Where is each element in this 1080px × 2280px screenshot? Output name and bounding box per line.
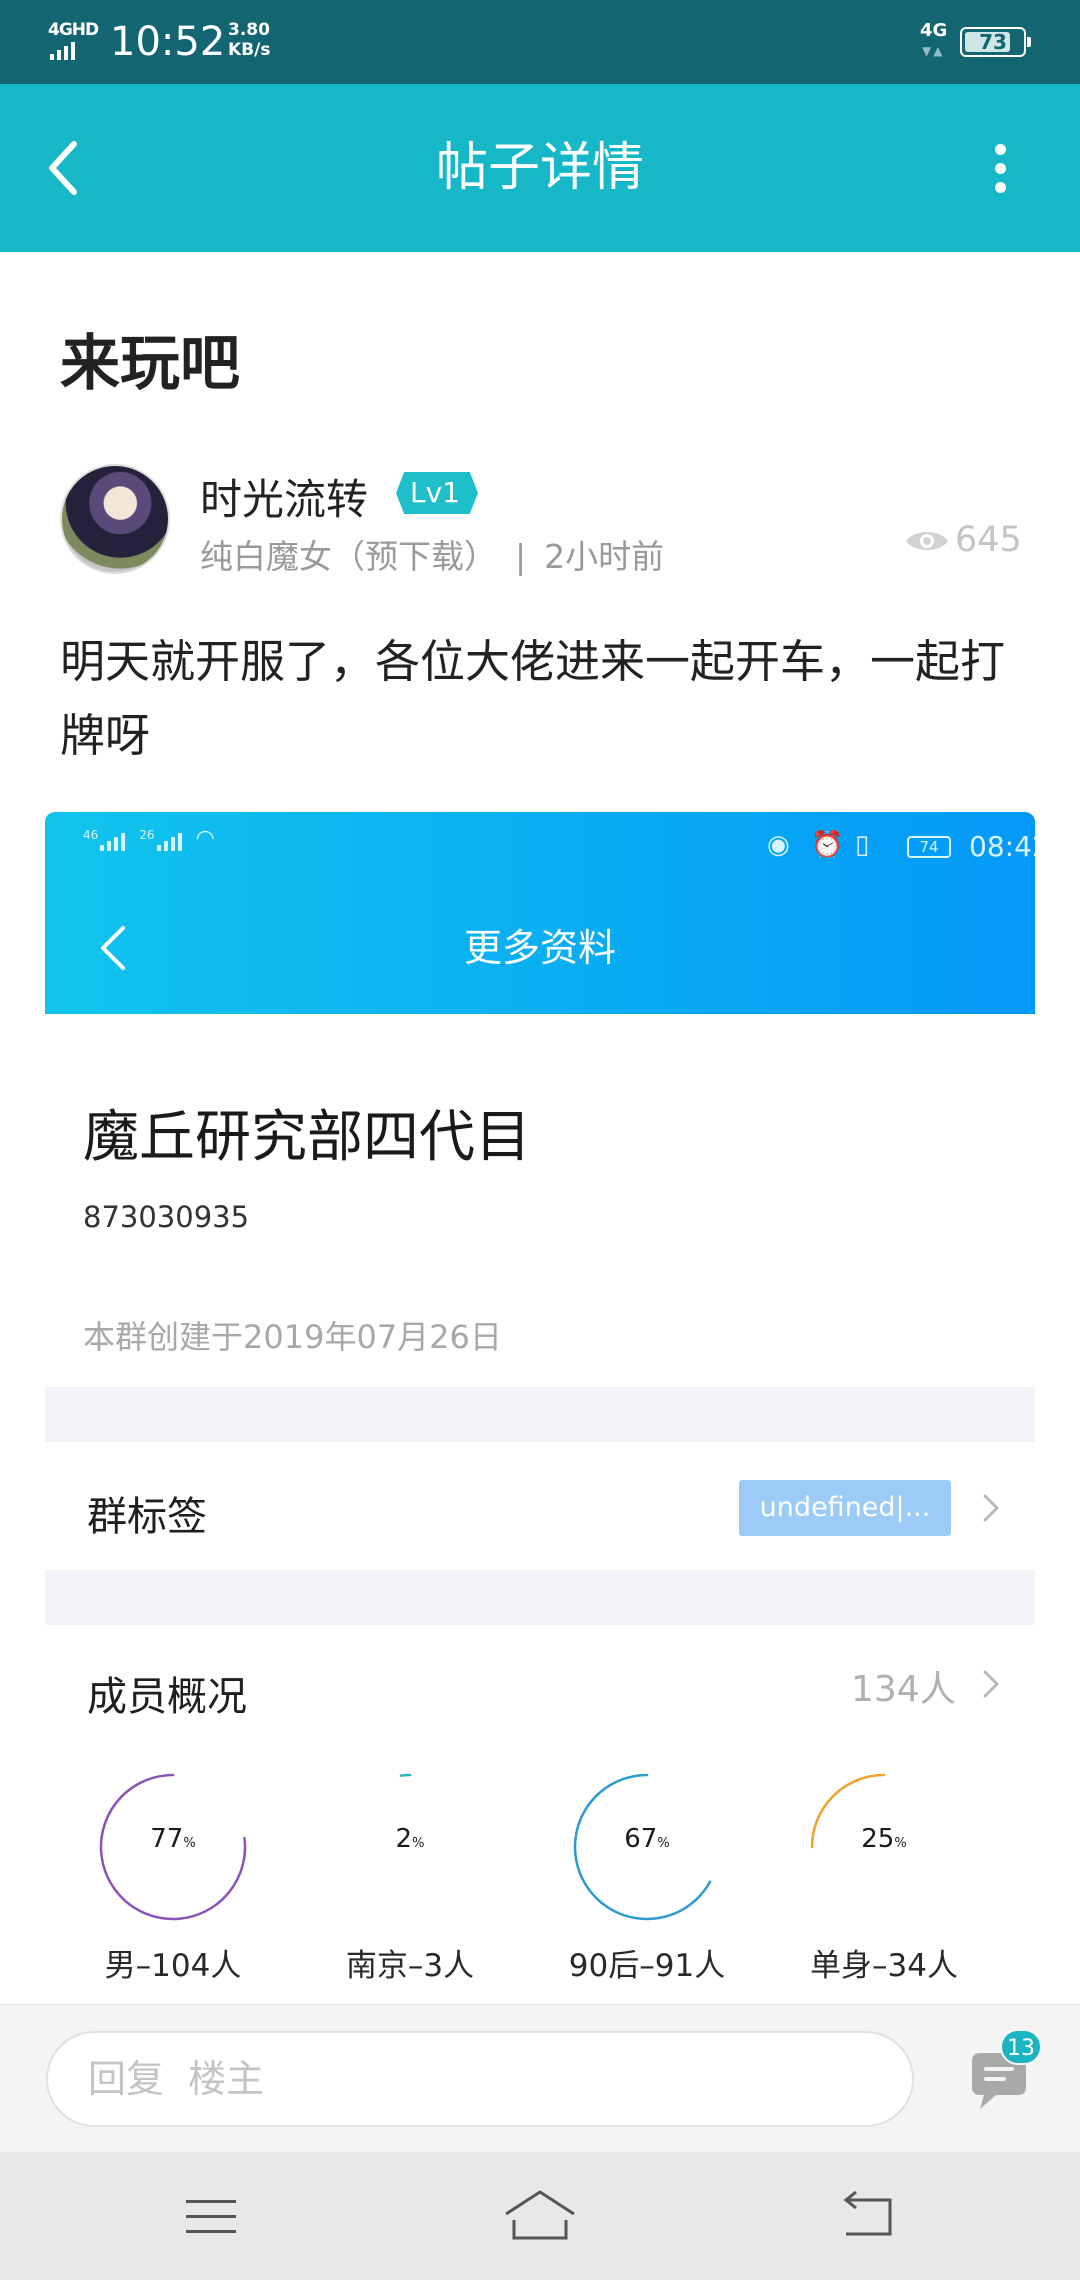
network-speed-value: 3.80 [228, 20, 270, 40]
section-divider [45, 1570, 1035, 1625]
members-overview-label: 成员概况 [87, 1674, 247, 1720]
post-image[interactable]: 46 26 ◠ ◉ ⏰ ▯ 74 08:42 更多资料 魔丘研究部四代目 87303… [45, 812, 1035, 2004]
reply-bar: 13 [0, 2004, 1080, 2153]
level-badge: Lv1 [396, 472, 478, 514]
wifi-icon: ◠ [195, 826, 215, 851]
network-type: 4GHD [48, 20, 99, 40]
author-name[interactable]: 时光流转 [200, 466, 368, 527]
post-source[interactable]: 纯白魔女（预下载） [200, 537, 497, 576]
battery-level: 73 [979, 30, 1007, 54]
embedded-header: 46 26 ◠ ◉ ⏰ ▯ 74 08:42 更多资料 [45, 812, 1035, 1014]
more-button[interactable] [970, 128, 1030, 208]
author-avatar[interactable] [60, 464, 170, 574]
group-tag-chip: undefined|... [739, 1480, 951, 1536]
stat-percent-unit: % [657, 1836, 670, 1851]
alarm-icon: ⏰ [811, 830, 844, 860]
stat-label: 南京–3人 [345, 1948, 475, 1984]
chevron-right-icon [983, 1670, 999, 1698]
signal-bars-icon [100, 833, 126, 851]
member-stat: 2% 南京–3人 [295, 1772, 525, 2002]
post-time: 2小时前 [544, 537, 665, 576]
stat-label: 单身–34人 [810, 1948, 958, 1984]
member-stat: 25% 单身–34人 [769, 1772, 999, 2002]
stat-percent-value: 25 [861, 1824, 895, 1854]
menu-icon [186, 2200, 236, 2233]
status-bar: 4GHD 10:52 3.80 KB/s 4G ▼▲ 73 [0, 0, 1080, 84]
reply-input[interactable] [46, 2031, 914, 2127]
stat-arc [399, 1773, 412, 1777]
view-count: 645 [955, 520, 1022, 560]
stat-percent: 67% [532, 1824, 762, 1854]
vibrate-icon: ▯ [855, 830, 870, 860]
stat-percent-value: 2 [395, 1824, 413, 1854]
eye-icon [906, 532, 948, 550]
group-created-date: 本群创建于2019年07月26日 [83, 1318, 502, 1356]
stat-label: 90后–91人 [568, 1948, 726, 1984]
home-button[interactable] [500, 2188, 580, 2244]
stat-percent: 2% [295, 1824, 525, 1854]
stat-percent-unit: % [412, 1836, 425, 1851]
embedded-battery-level: 74 [919, 838, 939, 856]
comment-count-badge: 13 [1000, 2029, 1042, 2065]
members-count: 134人 [851, 1669, 956, 1710]
group-id: 873030935 [83, 1200, 250, 1234]
stat-label: 男–104人 [104, 1948, 242, 1984]
network-speed: 3.80 KB/s [228, 20, 270, 60]
embedded-status-right: ◉ ⏰ ▯ 74 08:42 [719, 826, 1035, 866]
system-nav-bar [0, 2152, 1080, 2280]
member-stat: 67% 90后–91人 [532, 1772, 762, 2002]
post-body: 明天就开服了，各位大佬进来一起开车，一起打牌呀 [60, 635, 1006, 762]
back-button[interactable] [28, 128, 108, 208]
app-header: 帖子详情 [0, 84, 1080, 252]
embedded-time: 08:42 [969, 830, 1035, 863]
embedded-title: 更多资料 [463, 926, 616, 970]
page-title: 帖子详情 [435, 138, 644, 198]
member-stat: 77% 男–104人 [58, 1772, 288, 2002]
signal-type-right: 4G [920, 20, 948, 41]
stat-percent: 77% [58, 1824, 288, 1854]
eye-icon: ◉ [767, 830, 790, 860]
chevron-left-icon [49, 141, 77, 195]
battery-icon: 73 [960, 27, 1031, 57]
signal-bars-icon [156, 833, 182, 851]
stat-percent-unit: % [183, 1836, 196, 1851]
stat-percent: 25% [769, 1824, 999, 1854]
network-signal-icon: 4GHD [48, 20, 99, 60]
group-name: 魔丘研究部四代目 [83, 1105, 531, 1170]
status-time: 10:52 [110, 19, 226, 65]
embedded-signal-1: 46 [83, 828, 99, 842]
network-speed-unit: KB/s [228, 40, 271, 60]
post-title: 来玩吧 [60, 329, 240, 399]
back-nav-button[interactable] [838, 2190, 898, 2242]
section-divider [45, 1387, 1035, 1442]
meta-separator: | [515, 537, 527, 576]
battery-icon: 74 [907, 836, 951, 858]
post-meta: 纯白魔女（预下载） | 2小时前 [200, 530, 664, 578]
embedded-signal-2: 26 [139, 828, 155, 842]
home-icon [505, 2190, 575, 2240]
back-icon [843, 2190, 892, 2236]
recent-apps-button[interactable] [184, 2192, 238, 2242]
stat-percent-value: 67 [624, 1824, 658, 1854]
stat-percent-unit: % [894, 1836, 907, 1851]
data-activity-icon: ▼▲ [922, 44, 945, 58]
embedded-signal: 46 26 ◠ [83, 826, 215, 851]
stat-percent-value: 77 [150, 1824, 184, 1854]
chevron-right-icon [983, 1494, 999, 1522]
group-tags-label: 群标签 [87, 1494, 207, 1540]
